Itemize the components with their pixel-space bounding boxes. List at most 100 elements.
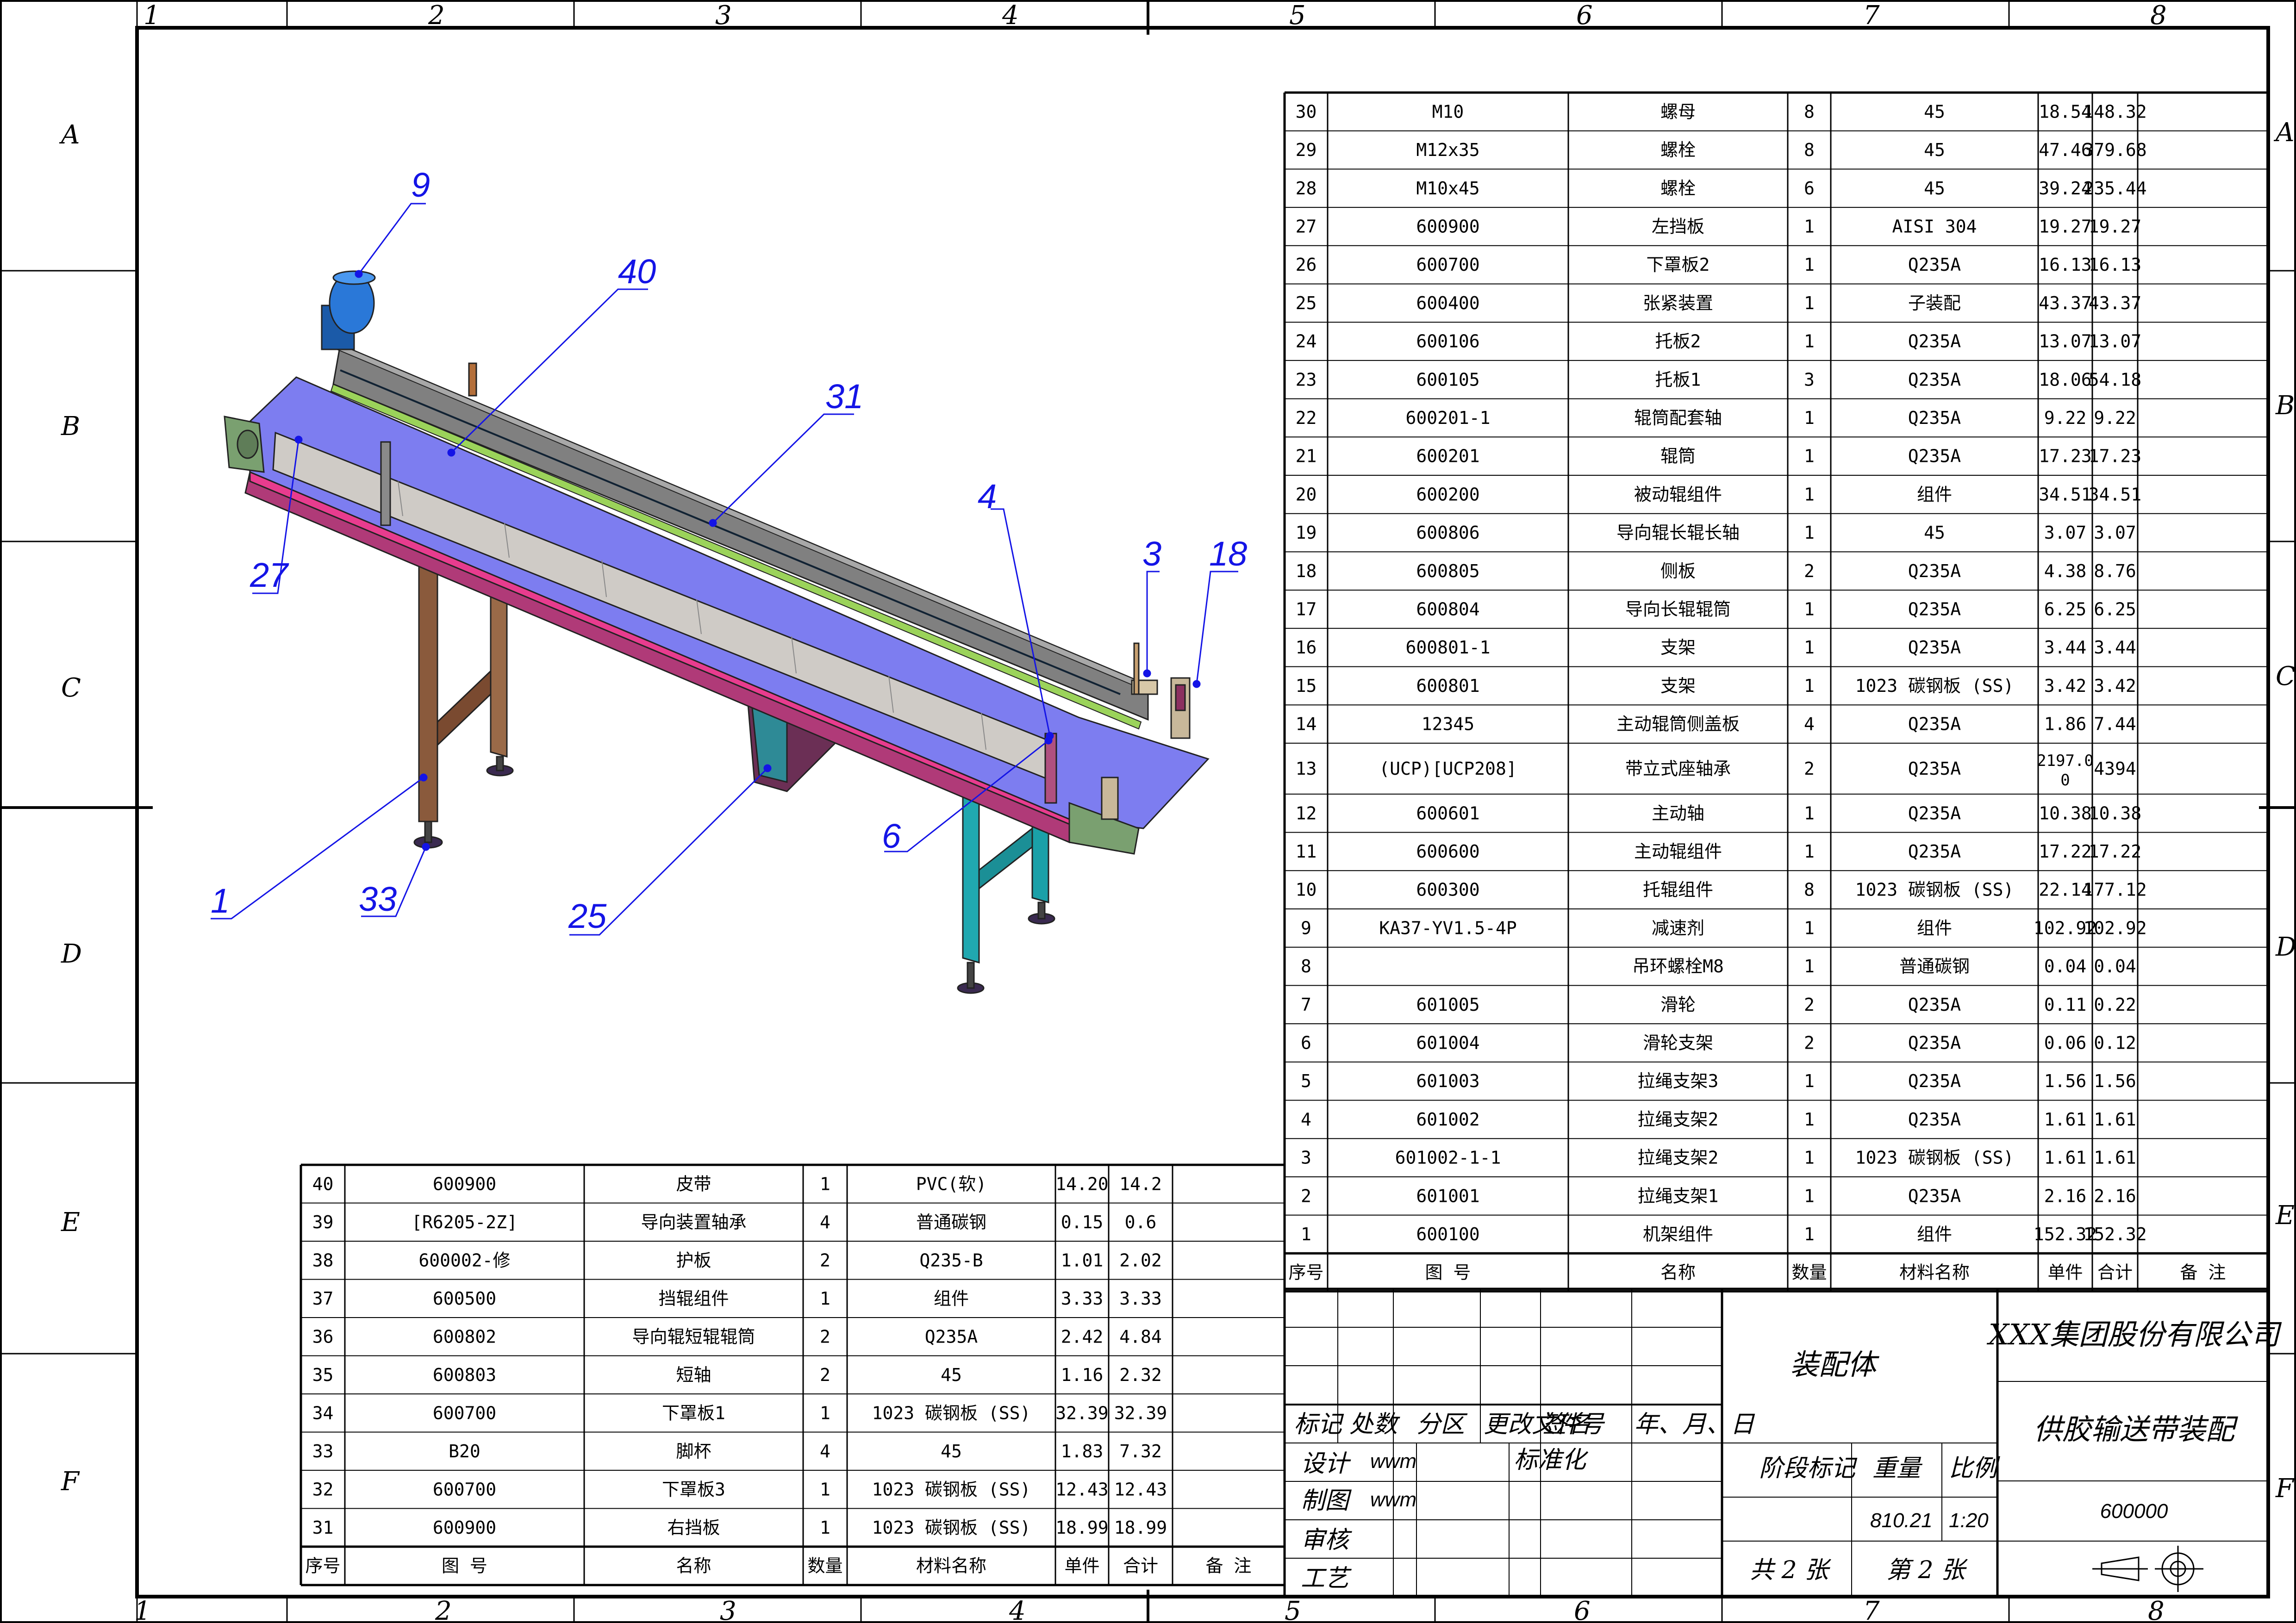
bom-cell-qty: 4 <box>820 1212 830 1232</box>
bom-cell-name: 带立式座轴承 <box>1625 759 1731 779</box>
bom-cell-qty: 1 <box>1804 1071 1815 1091</box>
bom-cell-material: Q235A <box>1908 408 1961 428</box>
bom-cell-material: AISI 304 <box>1892 216 1977 236</box>
bom-cell-qty: 6 <box>1804 178 1815 199</box>
bom-cell-unit: 18.99 <box>1055 1517 1108 1538</box>
bom-cell-unit: 19.27 <box>2039 216 2091 236</box>
table-row: 1 600100 机架组件 1 组件 152.32152.32 <box>1301 1224 2147 1244</box>
bom-cell-code: 601002 <box>1416 1109 1479 1130</box>
bom-cell-total: 1.61 <box>2094 1148 2136 1168</box>
table-row: 4 601002 拉绳支架2 1 Q235A 1.61 1.61 <box>1301 1109 2136 1130</box>
bom-cell-unit: 1.01 <box>1061 1250 1104 1270</box>
leader-27-dot <box>294 435 303 444</box>
bom-cell-code: 600600 <box>1416 841 1479 862</box>
bom-cell-code: 12345 <box>1422 714 1474 734</box>
bom-cell-no: 34 <box>312 1403 334 1423</box>
bom-cell-code: 600105 <box>1416 369 1479 390</box>
tb-drafting-label: 制图 <box>1301 1487 1352 1515</box>
bom-cell-no: 35 <box>312 1365 334 1385</box>
bom-cell-qty: 1 <box>1804 1148 1815 1168</box>
bom-cell-unit: 3.44 <box>2044 637 2087 658</box>
bom-cell-material: 1023 碳钢板 (SS) <box>1855 880 2014 900</box>
bom-cell-material: 45 <box>1924 522 1945 543</box>
bom-cell-code: 600700 <box>1416 255 1479 275</box>
bom-cell-unit: 3.33 <box>1061 1288 1104 1309</box>
bom-cell-unit: 1.16 <box>1061 1365 1104 1385</box>
bom-cell-code: 600601 <box>1416 803 1479 823</box>
tb-signature-label: 签名 <box>1542 1411 1591 1438</box>
bom-cell-material: 组件 <box>1917 1224 1952 1244</box>
bom-cell-qty: 8 <box>1804 101 1815 122</box>
bom-cell-material: 1023 碳钢板 (SS) <box>872 1479 1031 1499</box>
zone-row-f-left: F <box>61 1467 80 1497</box>
zone-row-e-left: E <box>61 1207 80 1237</box>
bom-cell-qty: 1 <box>1804 255 1815 275</box>
zone-col-5-bottom: 5 <box>1285 1596 1301 1623</box>
table-row: 16 600801-1 支架 1 Q235A 3.44 3.44 <box>1296 637 2136 658</box>
table-row: 37 600500 挡辊组件 1 组件 3.33 3.33 <box>312 1288 1162 1309</box>
bom-header-qty: 数量 <box>807 1556 842 1576</box>
bom-cell-total: 16.13 <box>2089 255 2141 275</box>
bom-cell-qty: 1 <box>1804 331 1815 352</box>
bom-cell-qty: 1 <box>1804 1109 1815 1130</box>
bom-cell-material: Q235-B <box>919 1250 983 1270</box>
bom-cell-no: 30 <box>1296 101 1317 122</box>
zone-row-e-right: E <box>2275 1200 2295 1231</box>
bom-cell-qty: 3 <box>1804 369 1815 390</box>
bom-cell-total: 14.2 <box>1119 1174 1162 1194</box>
bom-cell-code: 600900 <box>1416 216 1479 236</box>
bom-cell-code: 600806 <box>1416 522 1479 543</box>
projection-symbol-icon <box>2092 1546 2203 1592</box>
bom-cell-no: 13 <box>1296 759 1317 779</box>
bom-cell-material: 45 <box>941 1365 962 1385</box>
title-block-text: 标记 处数 分区 更改文件号 签名 年、月、日 设计 制图 审核 工艺 wwm … <box>1294 1318 2282 1592</box>
bom-cell-total: 4.84 <box>1119 1326 1162 1347</box>
bom-cell-code: 601004 <box>1416 1032 1479 1053</box>
bom-cell-code: (UCP)[UCP208] <box>1379 759 1516 779</box>
bom-cell-name: 短轴 <box>676 1365 711 1385</box>
bom-cell-qty: 1 <box>1804 1186 1815 1206</box>
bom-cell-no: 24 <box>1296 331 1317 352</box>
tb-drawing-no: 600000 <box>2100 1500 2168 1523</box>
table-row: 15 600801 支架 1 1023 碳钢板 (SS) 3.42 3.42 <box>1296 676 2136 696</box>
bom-cell-unit: 1.61 <box>2044 1148 2087 1168</box>
bom-cell-name: 滑轮 <box>1660 995 1696 1015</box>
zone-col-7-top: 7 <box>1863 0 1880 31</box>
bom-cell-unit: 1.86 <box>2044 714 2087 734</box>
bom-cell-name: 支架 <box>1660 637 1696 658</box>
bom-cell-code: 601005 <box>1416 995 1479 1015</box>
bom-cell-material: Q235A <box>1908 599 1961 619</box>
foot-stem-front-right <box>1037 902 1046 920</box>
bom-cell-no: 18 <box>1296 561 1317 581</box>
bom-cell-total: 13.07 <box>2089 331 2141 352</box>
bom-cell-no: 2 <box>1301 1186 1311 1206</box>
bom-cell-unit: 14.20 <box>1055 1174 1108 1194</box>
drawing-sheet: 1 2 3 4 5 6 7 8 1 2 3 4 5 6 7 8 A B C D … <box>0 0 2296 1623</box>
bom-cell-qty: 2 <box>820 1326 830 1347</box>
bom-rows: 30 M10 螺母 8 45 18.54148.3229 M12x35 螺栓 8 45 47.463… <box>1296 101 2147 1244</box>
bom-cell-material: Q235A <box>1908 841 1961 862</box>
table-row: 29 M12x35 螺栓 8 45 47.46379.68 <box>1296 140 2147 160</box>
zone-row-b-left: B <box>61 411 80 442</box>
bom-cell-total: 2.02 <box>1119 1250 1162 1270</box>
bom-cell-unit: 0.15 <box>1061 1212 1104 1232</box>
bom-cell-no: 14 <box>1296 714 1317 734</box>
bom-cell-qty: 2 <box>1804 561 1815 581</box>
bom-cell-total: 3.33 <box>1119 1288 1162 1309</box>
zone-col-7-bottom: 7 <box>1863 1596 1880 1623</box>
bom-cell-unit: 12.43 <box>1055 1479 1108 1499</box>
rope-post-tail <box>380 441 391 526</box>
bom-cell-material: Q235A <box>1908 561 1961 581</box>
table-row: 33 B20 脚杯 4 45 1.83 7.32 <box>312 1441 1162 1461</box>
zone-col-2-bottom: 2 <box>435 1596 452 1623</box>
bom-cell-name: 被动辊组件 <box>1634 484 1722 504</box>
bom-cell-total: 3.44 <box>2094 637 2136 658</box>
bom-cell-unit: 43.37 <box>2039 293 2091 313</box>
zone-row-c-right: C <box>2276 661 2296 691</box>
bom-cell-unit: 0.04 <box>2044 956 2087 976</box>
bom-cell-unit: 2.42 <box>1061 1326 1104 1347</box>
leader-9-dot <box>355 270 363 278</box>
bom-header-row: 序号 图 号 名称 数量 材料名称 单件 合计 备 注 <box>305 1556 1251 1576</box>
bom-cell-code: 600201 <box>1416 446 1479 466</box>
leader-18-dot <box>1192 680 1201 688</box>
